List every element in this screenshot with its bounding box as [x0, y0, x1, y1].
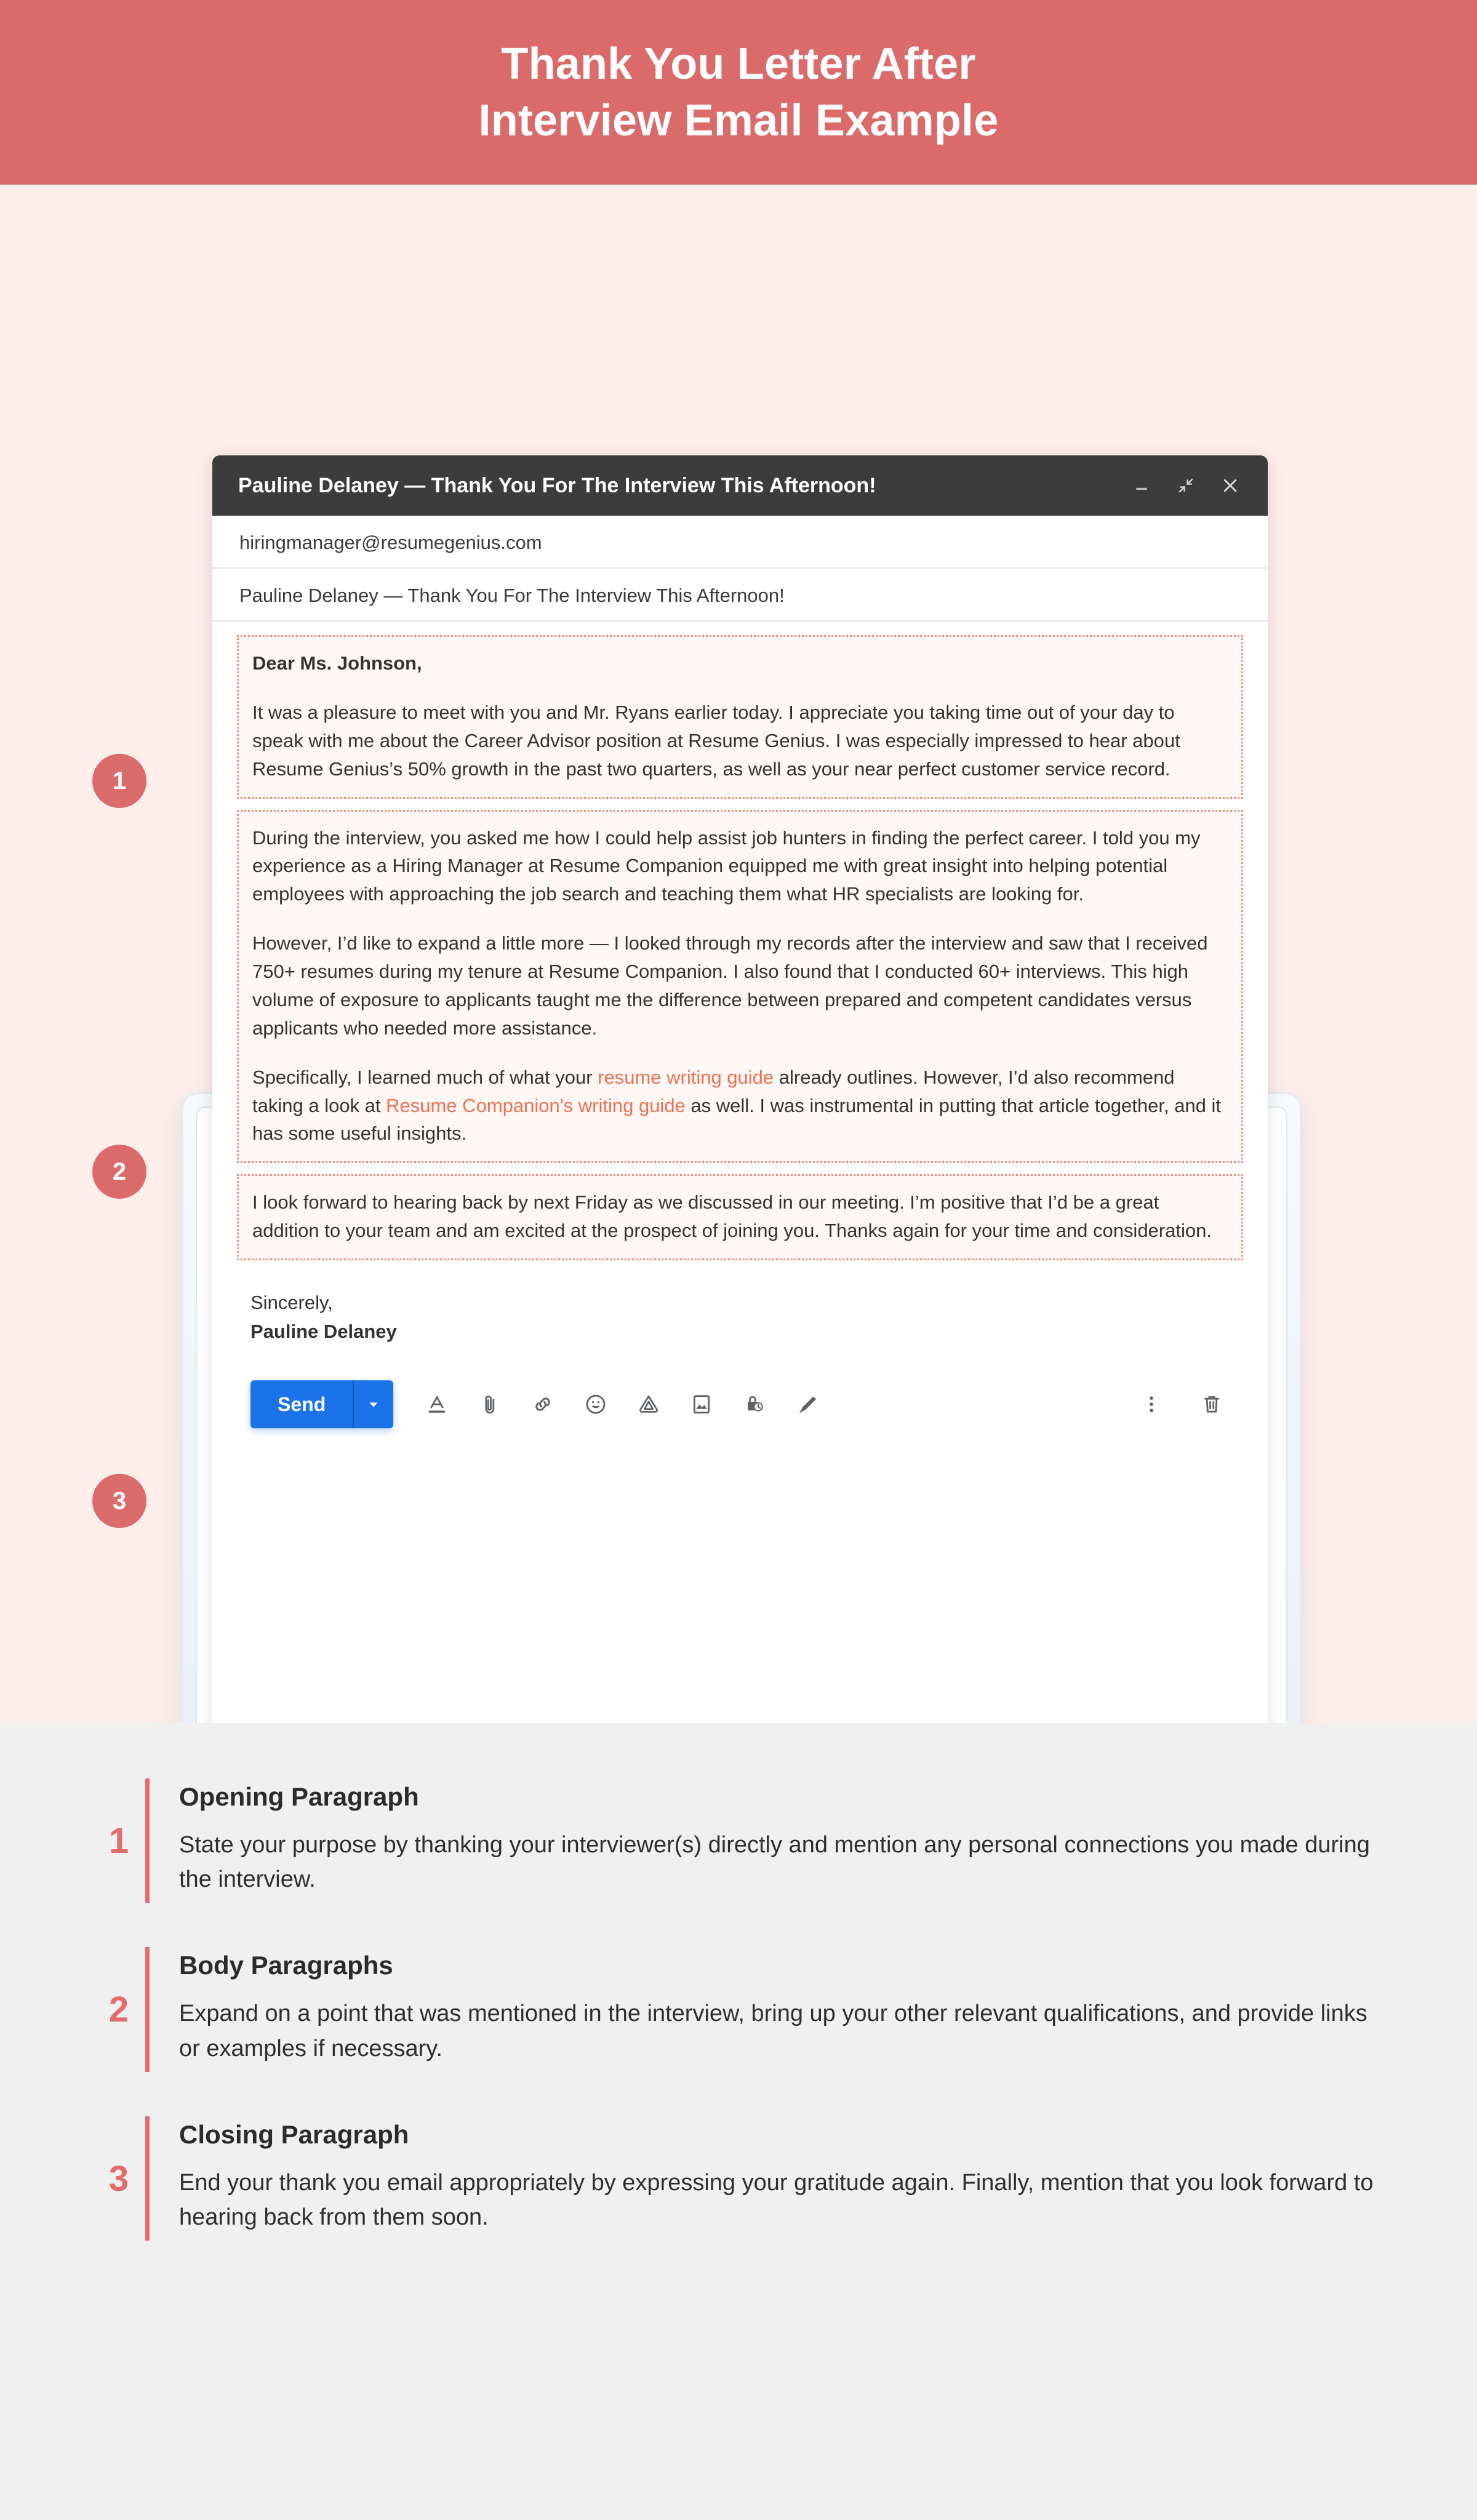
more-options-icon[interactable] [1137, 1390, 1166, 1418]
toolbar-icon-row [423, 1390, 822, 1418]
body-paragraph-1: During the interview, you asked me how I… [252, 826, 1201, 905]
explanation-item-1: 1 Opening Paragraph State your purpose b… [92, 1778, 1385, 1903]
compose-toolbar: Send [237, 1367, 1243, 1447]
body-p3-pre: Specifically, I learned much of what you… [252, 1066, 598, 1088]
page-header-banner: Thank You Letter After Interview Email E… [0, 0, 1477, 185]
body-paragraphs-block: During the interview, you asked me how I… [237, 809, 1243, 1164]
closing-paragraph-text: I look forward to hearing back by next F… [252, 1191, 1212, 1242]
compose-window-title: Pauline Delaney — Thank You For The Inte… [238, 473, 876, 497]
explanation-description-2: Expand on a point that was mentioned in … [179, 2001, 1367, 2062]
closing-paragraph-block: I look forward to hearing back by next F… [237, 1174, 1243, 1260]
compose-title-bar: Pauline Delaney — Thank You For The Inte… [212, 455, 1268, 516]
callout-badge-1: 1 [92, 754, 146, 808]
body-paragraph-2: However, I’d like to expand a little mor… [252, 932, 1208, 1039]
explanation-item-2: 2 Body Paragraphs Expand on a point that… [92, 1947, 1385, 2072]
email-signoff: Sincerely, Pauline Delaney [237, 1271, 1243, 1346]
minimize-icon[interactable] [1131, 475, 1152, 496]
opening-paragraph-block: Dear Ms. Johnson, It was a pleasure to m… [237, 635, 1243, 799]
explanations-section: 1 Opening Paragraph State your purpose b… [0, 1723, 1477, 2520]
explanation-rule-1 [145, 1778, 150, 1903]
laptop-stage: 1 2 3 Pauline Delaney — Thank You For Th… [0, 185, 1477, 1723]
insert-signature-icon[interactable] [793, 1390, 822, 1418]
toolbar-right-actions [1137, 1390, 1226, 1418]
callout-badge-2: 2 [92, 1145, 146, 1199]
page-title-line-1: Thank You Letter After [501, 39, 976, 89]
explanation-item-3: 3 Closing Paragraph End your thank you e… [92, 2116, 1385, 2241]
explanation-title-1: Opening Paragraph [179, 1782, 419, 1811]
explanation-text-1: Opening Paragraph State your purpose by … [179, 1778, 1385, 1903]
close-icon[interactable] [1220, 475, 1241, 496]
send-options-caret-icon[interactable] [353, 1380, 394, 1428]
attach-file-icon[interactable] [476, 1390, 504, 1418]
explanation-title-2: Body Paragraphs [179, 1951, 393, 1980]
explanation-number-3: 3 [108, 2158, 129, 2199]
explanation-number-2: 2 [108, 1990, 129, 2030]
insert-drive-file-icon[interactable] [634, 1390, 663, 1418]
signoff-name: Pauline Delaney [250, 1320, 397, 1342]
formatting-options-icon[interactable] [423, 1390, 451, 1418]
explanation-title-3: Closing Paragraph [179, 2119, 409, 2149]
resume-writing-guide-link[interactable]: resume writing guide [598, 1066, 774, 1088]
callout-badge-3: 3 [92, 1474, 146, 1528]
explanation-rule-2 [145, 1947, 150, 2072]
send-button-group: Send [250, 1380, 394, 1428]
email-body: Dear Ms. Johnson, It was a pleasure to m… [212, 622, 1268, 1447]
opening-paragraph-text: It was a pleasure to meet with you and M… [252, 701, 1180, 780]
resume-companion-writing-guide-link[interactable]: Resume Companion's writing guide [386, 1095, 686, 1116]
explanation-text-3: Closing Paragraph End your thank you ema… [179, 2116, 1385, 2241]
explanation-description-1: State your purpose by thanking your inte… [179, 1832, 1370, 1893]
explanation-number-1: 1 [108, 1820, 129, 1861]
email-salutation: Dear Ms. Johnson, [252, 652, 422, 674]
explanation-text-2: Body Paragraphs Expand on a point that w… [179, 1947, 1385, 2071]
window-controls [1131, 475, 1241, 496]
insert-link-icon[interactable] [529, 1390, 557, 1418]
page-title-line-2: Interview Email Example [478, 96, 999, 145]
subject-field[interactable]: Pauline Delaney — Thank You For The Inte… [212, 569, 1268, 622]
insert-photo-icon[interactable] [687, 1390, 716, 1418]
insert-emoji-icon[interactable] [582, 1390, 610, 1418]
send-button[interactable]: Send [250, 1380, 353, 1428]
explanation-description-3: End your thank you email appropriately b… [179, 2169, 1374, 2231]
explanation-rule-3 [145, 2116, 150, 2241]
body-paragraph-3: Specifically, I learned much of what you… [252, 1063, 1228, 1148]
email-compose-window: Pauline Delaney — Thank You For The Inte… [212, 455, 1268, 1723]
recipient-field[interactable]: hiringmanager@resumegenius.com [212, 516, 1268, 569]
discard-draft-icon[interactable] [1198, 1390, 1226, 1418]
signoff-closing: Sincerely, [250, 1292, 333, 1313]
fullscreen-icon[interactable] [1175, 475, 1196, 496]
confidential-mode-icon[interactable] [740, 1390, 769, 1418]
